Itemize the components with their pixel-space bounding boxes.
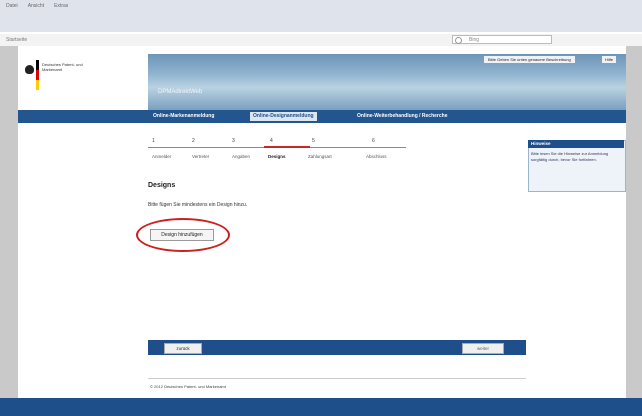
step-number: 2	[192, 138, 195, 144]
menu-item-view[interactable]: Ansicht	[28, 3, 44, 9]
logo-text[interactable]: Deutsches Patent- und Markenamt	[42, 62, 102, 72]
step-label[interactable]: Angaben	[232, 154, 250, 159]
page-margin-right	[626, 46, 642, 398]
address-text[interactable]: Startseite	[6, 37, 27, 43]
step-label[interactable]: Anmelder	[152, 154, 171, 159]
main-nav	[18, 110, 626, 123]
search-input[interactable]: Bing	[452, 35, 552, 44]
search-icon[interactable]	[455, 37, 462, 44]
footer-divider	[148, 378, 526, 379]
next-button[interactable]: weiter	[462, 343, 504, 354]
page-margin-left	[0, 46, 18, 398]
step-number: 3	[232, 138, 235, 144]
federal-eagle-icon	[25, 65, 34, 74]
step-number: 1	[152, 138, 155, 144]
step-number: 6	[372, 138, 375, 144]
menu-item-tools[interactable]: Extras	[54, 3, 68, 9]
step-label[interactable]: Abschluss	[366, 154, 387, 159]
banner-title: DPMAdirektWeb	[158, 89, 203, 95]
red-highlight-circle	[136, 218, 230, 252]
hint-text: Bitte fügen Sie mindestens ein Design hi…	[148, 202, 248, 208]
page-bottom-bar	[0, 398, 642, 416]
back-button[interactable]: zurück	[164, 343, 202, 354]
tab-markenanmeldung[interactable]: Online-Markenanmeldung	[150, 112, 217, 121]
step-label[interactable]: Vertreter	[192, 154, 209, 159]
help-link[interactable]: Hilfe	[602, 56, 617, 63]
step-label-active[interactable]: Designs	[268, 154, 286, 159]
step-number: 4	[270, 138, 273, 144]
menu-item-file[interactable]: Datei	[6, 3, 18, 9]
info-box-title: Hinweise	[528, 140, 624, 148]
banner-link[interactable]: Bitte Geben Sie unten genauere Beschreib…	[484, 56, 575, 63]
flag-bar-icon	[36, 60, 39, 90]
copyright-text: © 2012 Deutsches Patent- und Markenamt	[150, 384, 226, 389]
active-step-indicator	[264, 146, 310, 148]
tab-weiterbehandlung[interactable]: Online-Weiterbehandlung / Recherche	[354, 112, 450, 121]
section-title: Designs	[148, 182, 176, 189]
step-number: 5	[312, 138, 315, 144]
info-box-text: Bitte lesen Sie die Hinweise zur Anmeldu…	[531, 151, 609, 162]
tab-designanmeldung[interactable]: Online-Designanmeldung	[250, 112, 317, 121]
step-label[interactable]: Zahlungsart	[308, 154, 332, 159]
browser-menubar: Datei Ansicht Extras	[0, 0, 642, 12]
